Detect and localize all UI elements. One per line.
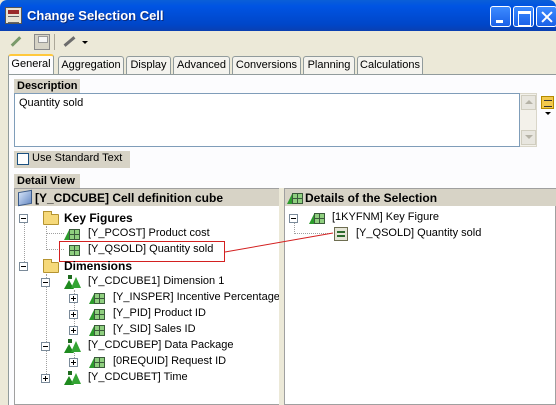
tree-node-label: [Y_PID] Product ID (113, 307, 206, 319)
right-pane-header: Details of the Selection (285, 189, 556, 206)
scroll-down-button[interactable] (521, 130, 536, 145)
expand-icon[interactable] (69, 310, 78, 319)
tree-node-label: [Y_CDCUBEP] Data Package (88, 339, 234, 351)
tree-node-label: [Y_PCOST] Product cost (88, 227, 210, 239)
tree-node-label: [0REQUID] Request ID (113, 355, 227, 367)
tree-guide (294, 233, 330, 234)
collapse-icon[interactable] (289, 214, 298, 223)
description-scrollbar[interactable] (520, 93, 537, 147)
text-template-icon[interactable] (541, 96, 554, 109)
tab-advanced[interactable]: Advanced (173, 56, 230, 74)
scroll-up-button[interactable] (521, 95, 536, 110)
collapse-icon[interactable] (19, 262, 28, 271)
tree-node-dimensions[interactable]: Dimensions (19, 258, 269, 274)
toolbar-separator (54, 34, 55, 50)
tree-node-pid[interactable]: [Y_PID] Product ID (69, 306, 269, 322)
tree-node-label: [Y_CDCUBE1] Dimension 1 (88, 275, 225, 287)
folder-icon (43, 259, 59, 273)
characteristic-icon (89, 323, 105, 337)
description-header: Description (14, 79, 80, 93)
tree-guide (46, 233, 64, 234)
characteristic-icon (89, 307, 105, 321)
window-title: Change Selection Cell (27, 8, 164, 23)
key-figure-icon (309, 211, 325, 225)
tree-node-label: [1KYFNM] Key Figure (332, 211, 439, 223)
close-button[interactable] (536, 6, 556, 27)
left-pane-header: [Y_CDCUBE] Cell definition cube (15, 189, 279, 207)
tab-aggregation[interactable]: Aggregation (58, 56, 124, 74)
expand-icon[interactable] (69, 294, 78, 303)
dimension-icon (64, 339, 81, 353)
tab-general[interactable]: General (8, 54, 54, 74)
tree-guide (46, 226, 47, 250)
selection-icon (287, 191, 303, 205)
expand-icon[interactable] (69, 326, 78, 335)
title-bar: Change Selection Cell (0, 0, 556, 31)
dimension-icon (64, 371, 81, 385)
save-icon[interactable] (34, 34, 50, 50)
tree-node-label: Dimensions (64, 259, 133, 273)
tree-node-selected-qsold[interactable]: [Y_QSOLD] Quantity sold (334, 226, 534, 242)
right-pane-title: Details of the Selection (305, 191, 438, 205)
equals-icon (334, 227, 348, 241)
tab-display[interactable]: Display (126, 56, 171, 74)
tab-conversions[interactable]: Conversions (232, 56, 301, 74)
tree-node-key-figures[interactable]: Key Figures (19, 210, 269, 226)
tree-node-sid[interactable]: [Y_SID] Sales ID (69, 322, 269, 338)
collapse-icon[interactable] (41, 278, 50, 287)
toolbar (0, 31, 556, 53)
characteristic-icon (89, 291, 105, 305)
left-pane-title: [Y_CDCUBE] Cell definition cube (35, 191, 224, 205)
chevron-down-icon[interactable] (545, 112, 551, 115)
key-figure-icon (64, 227, 80, 241)
description-field[interactable]: Quantity sold (14, 93, 520, 147)
wrench-icon[interactable] (62, 34, 78, 50)
expand-icon[interactable] (41, 374, 50, 383)
folder-icon (43, 211, 59, 225)
tree-node-requid[interactable]: [0REQUID] Request ID (69, 354, 269, 370)
maximize-button[interactable] (513, 6, 534, 27)
tab-planning[interactable]: Planning (303, 56, 355, 74)
chevron-down-icon[interactable] (82, 41, 88, 44)
dimension-icon (64, 275, 81, 289)
use-standard-text-label: Use Standard Text (14, 151, 130, 168)
tree-node-data-package[interactable]: [Y_CDCUBEP] Data Package (41, 338, 271, 354)
tree-node-label: Key Figures (64, 211, 133, 225)
window-app-icon[interactable] (5, 7, 22, 24)
detail-view-header: Detail View (14, 174, 80, 188)
characteristic-icon (89, 355, 105, 369)
tree-node-time[interactable]: [Y_CDCUBET] Time (41, 370, 271, 386)
tree-node-label: [Y_SID] Sales ID (113, 323, 196, 335)
collapse-icon[interactable] (41, 342, 50, 351)
collapse-icon[interactable] (19, 214, 28, 223)
tab-calculations[interactable]: Calculations (357, 56, 423, 74)
use-standard-text-checkbox[interactable] (17, 153, 29, 165)
tree-node-key-figure[interactable]: [1KYFNM] Key Figure (289, 210, 539, 226)
minimize-button[interactable] (490, 6, 511, 27)
tree-node-label: [Y_CDCUBET] Time (88, 371, 188, 383)
tree-node-pcost[interactable]: [Y_PCOST] Product cost (64, 226, 264, 242)
tree-node-insper[interactable]: [Y_INSPER] Incentive Percentage (69, 290, 281, 306)
tree-node-label: [Y_INSPER] Incentive Percentage (113, 291, 280, 303)
expand-icon[interactable] (69, 358, 78, 367)
cube-icon (18, 189, 32, 207)
tree-node-dimension-1[interactable]: [Y_CDCUBE1] Dimension 1 (41, 274, 271, 290)
pencil-icon[interactable] (8, 34, 24, 50)
tree-node-label: [Y_QSOLD] Quantity sold (356, 227, 482, 239)
